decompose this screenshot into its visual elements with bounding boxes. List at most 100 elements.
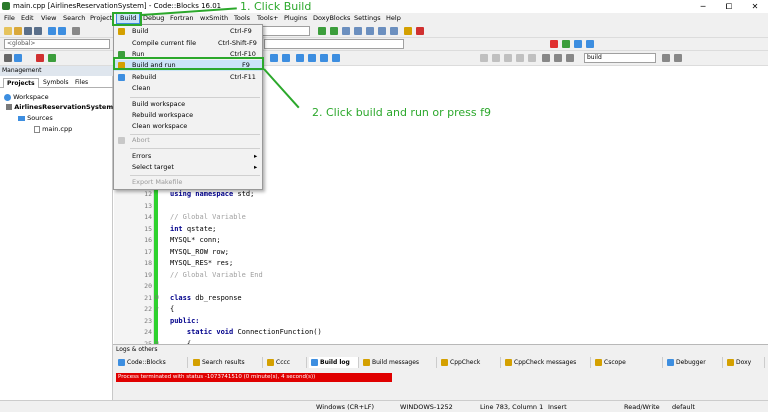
global-scope-combo[interactable]: <global> [4,39,110,49]
log-tab[interactable]: Build messages [361,357,437,368]
menu-item-label: Export Makefile [132,178,183,186]
frame-icon[interactable] [492,54,500,62]
jump-back-icon[interactable] [550,40,558,48]
menu-item-shortcut: Ctrl-F11 [230,73,256,81]
step-instruction-icon[interactable] [390,27,398,35]
log-tab-label: Build messages [372,359,420,366]
menu-fortran[interactable]: Fortran [170,13,193,24]
log-tab-icon [363,359,370,366]
search-icon[interactable] [542,54,550,62]
tree-file-main[interactable]: main.cpp [34,125,72,133]
line-comment-icon[interactable] [48,54,56,62]
match-case-icon[interactable] [282,54,290,62]
stop-debug-icon[interactable] [416,27,424,35]
undo-icon[interactable] [48,27,56,35]
menu-settings[interactable]: Settings [354,13,381,24]
open-folder-icon[interactable] [14,27,22,35]
status-mode: Insert [548,403,567,411]
log-tab[interactable]: CppCheck messages [503,357,591,368]
jump-forward-icon[interactable] [562,40,570,48]
step-into-icon[interactable] [354,27,362,35]
build-target-combo[interactable]: build [584,53,656,63]
close-button[interactable]: ✕ [742,0,768,13]
tree-folder-sources[interactable]: Sources [18,114,53,122]
highlight-icon[interactable] [296,54,304,62]
build-menu-dropdown: Build Ctrl-F9 Compile current file Ctrl-Sh… [113,24,263,190]
menu-item-compile-current-file[interactable]: Compile current file Ctrl-Shift-F9 [114,38,262,49]
save-all-icon[interactable] [34,27,42,35]
fold-marker-icon[interactable]: ┌ [155,305,159,312]
bookmark-next-icon[interactable] [586,40,594,48]
menu-project[interactable]: Project [90,13,112,24]
fold-marker-icon[interactable]: ⊟ [155,294,159,301]
log-tab[interactable]: Search results [191,357,263,368]
frame-icon[interactable] [516,54,524,62]
target-option-icon[interactable] [674,54,682,62]
menu-item-rebuild[interactable]: Rebuild Ctrl-F11 [114,72,262,83]
menu-file[interactable]: File [4,13,15,24]
log-tab[interactable]: Code::Blocks [116,357,188,368]
menu-item-select-target[interactable]: Select target ▸ [114,162,262,173]
menu-item-errors[interactable]: Errors ▸ [114,151,262,162]
redo-icon[interactable] [58,27,66,35]
menu-item-clean-workspace[interactable]: Clean workspace [114,121,262,132]
tab-symbols[interactable]: Symbols [40,78,71,88]
pause-icon[interactable] [404,27,412,35]
log-tab-icon [667,359,674,366]
next-line-icon[interactable] [342,27,350,35]
symbol-search-icon[interactable] [554,54,562,62]
menu-search[interactable]: Search [63,13,85,24]
frame-icon[interactable] [504,54,512,62]
regex-icon[interactable] [270,54,278,62]
menu-edit[interactable]: Edit [21,13,34,24]
find-next-icon[interactable] [332,54,340,62]
log-tab[interactable]: Debugger [665,357,723,368]
menu-wxsmith[interactable]: wxSmith [200,13,228,24]
menu-item-rebuild-workspace[interactable]: Rebuild workspace [114,110,262,121]
menu-tools-plus[interactable]: Tools+ [257,13,278,24]
doxywizard-icon[interactable] [14,54,22,62]
run-to-cursor-icon[interactable] [330,27,338,35]
menu-plugins[interactable]: Plugins [284,13,307,24]
menu-doxyblocks[interactable]: DoxyBlocks [313,13,350,24]
new-file-icon[interactable] [4,27,12,35]
doxy-icon[interactable] [4,54,12,62]
symbol-search-icon[interactable] [566,54,574,62]
menu-tools[interactable]: Tools [234,13,250,24]
log-tab-icon [441,359,448,366]
log-tab[interactable]: Doxy [725,357,765,368]
build-log-message: Process terminated with status -10737415… [116,373,392,382]
build-target-combo-placeholder[interactable] [262,26,310,36]
cut-icon[interactable] [72,27,80,35]
menu-help[interactable]: Help [386,13,401,24]
save-icon[interactable] [24,27,32,35]
menu-view[interactable]: View [41,13,56,24]
menu-item-build[interactable]: Build Ctrl-F9 [114,26,262,37]
function-combo[interactable] [264,39,404,49]
step-out-icon[interactable] [366,27,374,35]
log-tab-icon [118,359,125,366]
find-prev-icon[interactable] [320,54,328,62]
next-instruction-icon[interactable] [378,27,386,35]
log-tab[interactable]: Build log [309,357,359,368]
tree-workspace[interactable]: Workspace [4,93,49,101]
frame-icon[interactable] [528,54,536,62]
tree-project[interactable]: AirlinesReservationSystem [6,103,113,111]
maximize-button[interactable]: ⧠ [716,0,742,13]
selected-text-icon[interactable] [308,54,316,62]
bookmark-icon[interactable] [574,40,582,48]
comment-block-icon[interactable] [36,54,44,62]
menu-item-build-workspace[interactable]: Build workspace [114,99,262,110]
minimize-button[interactable]: ─ [690,0,716,13]
log-tab[interactable]: CppCheck [439,357,501,368]
submenu-arrow-icon: ▸ [254,152,258,160]
tab-projects[interactable]: Projects [3,78,39,88]
frame-icon[interactable] [480,54,488,62]
tab-files[interactable]: Files [72,78,91,88]
log-tab-label: Code::Blocks [127,359,166,366]
log-tab[interactable]: Cscope [593,357,663,368]
log-tab[interactable]: Cccc [265,357,307,368]
debug-run-icon[interactable] [318,27,326,35]
target-option-icon[interactable] [662,54,670,62]
menu-item-clean[interactable]: Clean [114,83,262,94]
